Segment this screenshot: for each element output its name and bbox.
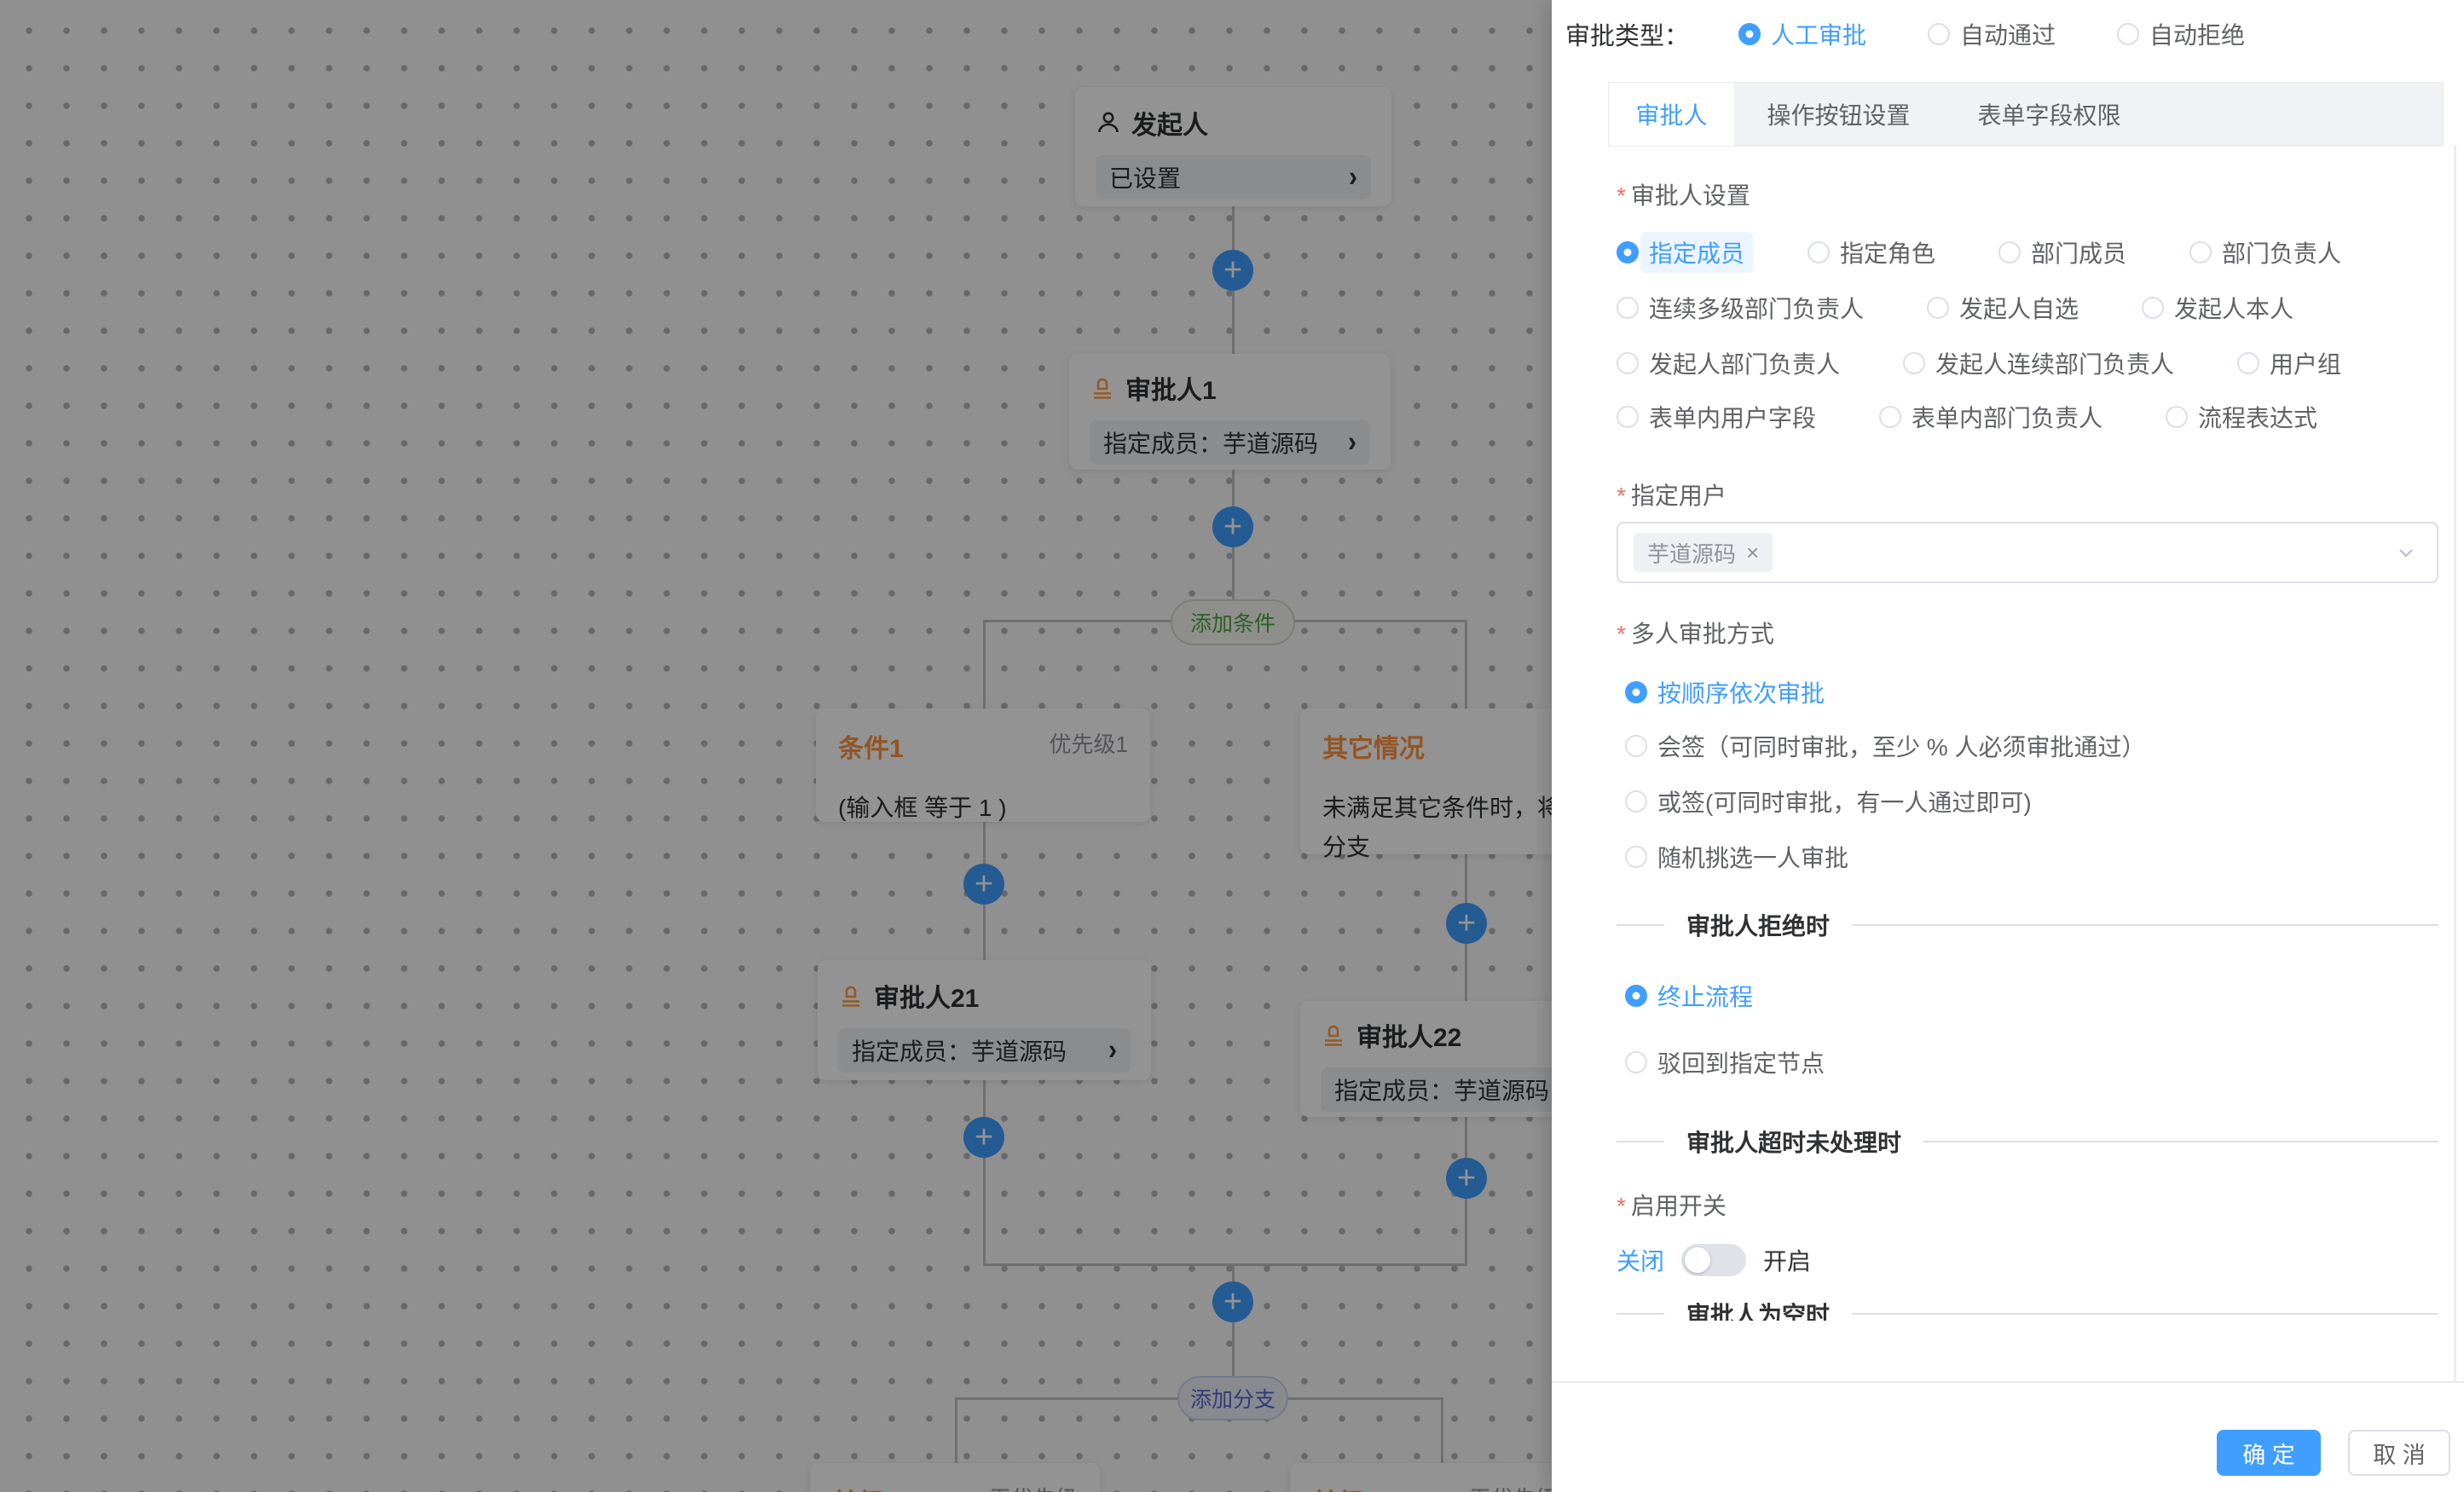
required-star: *	[1617, 1193, 1626, 1219]
chevron-down-icon	[2394, 541, 2418, 564]
approver-option-dept-member[interactable]: 部门成员	[1998, 235, 2126, 269]
enable-switch-row: 关闭 开启	[1617, 1243, 1811, 1277]
required-star: *	[1617, 621, 1626, 647]
approver-option-initiator-self[interactable]: 发起人本人	[2142, 291, 2293, 325]
approver-settings-panel: 审批类型： 人工审批 自动通过 自动拒绝 审批人 操作按钮设置 表单字段权限 *…	[1552, 0, 2464, 1492]
approver-option-form-user-field[interactable]: 表单内用户字段	[1617, 400, 1816, 434]
radio-selected-icon	[1617, 241, 1639, 263]
modal-overlay	[0, 0, 1556, 1492]
approver-setting-label: *审批人设置	[1617, 177, 1750, 211]
approval-type-row: 审批类型： 人工审批 自动通过 自动拒绝	[1565, 15, 2245, 53]
approver-setting-row: 指定成员 指定角色 部门成员 部门负责人	[1617, 235, 2341, 269]
timeout-enable-toggle[interactable]	[1681, 1244, 1746, 1276]
multi-approve-label: *多人审批方式	[1617, 616, 1774, 650]
user-tag-label: 芋道源码	[1647, 537, 1736, 569]
approval-type-option-auto-pass[interactable]: 自动通过	[1928, 17, 2056, 51]
divider-dash	[1617, 1313, 1664, 1315]
approver-option-initiator-dept-leader[interactable]: 发起人部门负责人	[1617, 346, 1840, 380]
reject-option-terminate[interactable]: 终止流程	[1625, 979, 1753, 1013]
approver-option-initiator-choose[interactable]: 发起人自选	[1927, 291, 2079, 325]
radio-selected-icon	[1738, 23, 1761, 45]
approver-option-process-expression[interactable]: 流程表达式	[2166, 400, 2317, 434]
approver-option-user-group[interactable]: 用户组	[2237, 346, 2341, 380]
confirm-button[interactable]: 确 定	[2217, 1430, 2321, 1476]
radio-icon	[1928, 23, 1950, 45]
approver-setting-row: 连续多级部门负责人 发起人自选 发起人本人	[1617, 291, 2293, 325]
assigned-user-select[interactable]: 芋道源码 ×	[1617, 522, 2438, 583]
timeout-section-title: 审批人超时未处理时	[1686, 1125, 1901, 1159]
timeout-section-divider: 审批人超时未处理时	[1617, 1127, 2438, 1156]
reject-section-title: 审批人拒绝时	[1686, 908, 1830, 942]
user-tag: 芋道源码 ×	[1634, 533, 1773, 572]
radio-icon	[1808, 241, 1830, 263]
approver-setting-row: 表单内用户字段 表单内部门负责人 流程表达式	[1617, 400, 2317, 434]
divider-line	[1923, 1141, 2438, 1142]
divider-dash	[1617, 1141, 1664, 1142]
radio-icon	[1617, 297, 1639, 319]
footer-divider	[1552, 1381, 2464, 1383]
tab-form-field-permission[interactable]: 表单字段权限	[1943, 83, 2155, 146]
divider-line	[1852, 1313, 2438, 1315]
radio-icon	[1617, 352, 1639, 374]
radio-icon	[1927, 297, 1949, 319]
radio-icon	[2117, 23, 2139, 45]
switch-off-label: 关闭	[1617, 1243, 1664, 1277]
radio-icon	[1903, 352, 1925, 374]
settings-tabbar: 审批人 操作按钮设置 表单字段权限	[1608, 82, 2444, 147]
approver-setting-row: 发起人部门负责人 发起人连续部门负责人 用户组	[1617, 346, 2341, 380]
approver-option-assigned-role[interactable]: 指定角色	[1808, 235, 1935, 269]
approver-option-dept-leader[interactable]: 部门负责人	[2189, 235, 2341, 269]
radio-icon	[2166, 406, 2188, 428]
radio-icon	[2142, 297, 2164, 319]
empty-section-title: 审批人为空时	[1686, 1299, 1830, 1321]
empty-section-clipped: 审批人为空时	[1617, 1299, 2438, 1321]
approval-type-option-manual[interactable]: 人工审批	[1738, 17, 1866, 51]
required-star: *	[1617, 483, 1626, 509]
tag-close-icon[interactable]: ×	[1746, 540, 1759, 566]
radio-icon	[2237, 352, 2259, 374]
required-star: *	[1617, 182, 1626, 209]
radio-selected-icon	[1625, 681, 1647, 703]
radio-icon	[1998, 241, 2021, 263]
switch-on-label: 开启	[1763, 1243, 1811, 1277]
radio-icon	[1625, 846, 1647, 868]
approval-type-label: 审批类型：	[1565, 16, 1689, 52]
multi-approve-option-sequential[interactable]: 按顺序依次审批	[1625, 675, 1825, 709]
radio-selected-icon	[1625, 985, 1647, 1007]
multi-approve-option-random[interactable]: 随机挑选一人审批	[1625, 840, 1848, 874]
radio-icon	[2189, 241, 2212, 263]
assigned-user-label: *指定用户	[1617, 477, 1727, 512]
cancel-button[interactable]: 取 消	[2348, 1430, 2450, 1476]
reject-section-divider: 审批人拒绝时	[1617, 911, 2438, 940]
tab-action-buttons[interactable]: 操作按钮设置	[1734, 83, 1943, 146]
radio-icon	[1625, 735, 1647, 757]
tab-approver[interactable]: 审批人	[1609, 83, 1734, 146]
approval-type-option-auto-reject[interactable]: 自动拒绝	[2117, 17, 2245, 51]
reject-option-return-node[interactable]: 驳回到指定节点	[1625, 1045, 1825, 1079]
approver-option-initiator-multi-dept-leader[interactable]: 发起人连续部门负责人	[1903, 346, 2174, 380]
divider-line	[1852, 924, 2438, 926]
multi-approve-option-countersign[interactable]: 会签（可同时审批，至少 % 人必须审批通过）	[1625, 729, 2145, 763]
workflow-designer-screen: 发起人 已设置 › 审批人1 指定成员：芋道源码 ›	[0, 0, 2464, 1492]
approver-option-multi-level-dept-leader[interactable]: 连续多级部门负责人	[1617, 291, 1864, 325]
toggle-knob	[1685, 1247, 1710, 1273]
approver-option-form-dept-leader[interactable]: 表单内部门负责人	[1879, 400, 2102, 434]
approver-option-assigned-member[interactable]: 指定成员	[1617, 235, 1744, 269]
radio-icon	[1625, 1051, 1647, 1073]
radio-icon	[1617, 406, 1639, 428]
multi-approve-option-orsign[interactable]: 或签(可同时审批，有一人通过即可)	[1625, 784, 2032, 818]
enable-switch-label: *启用开关	[1617, 1188, 1727, 1222]
radio-icon	[1625, 790, 1647, 813]
panel-scrollbar-track[interactable]	[2454, 145, 2456, 1381]
radio-icon	[1879, 406, 1901, 428]
divider-dash	[1617, 924, 1664, 926]
